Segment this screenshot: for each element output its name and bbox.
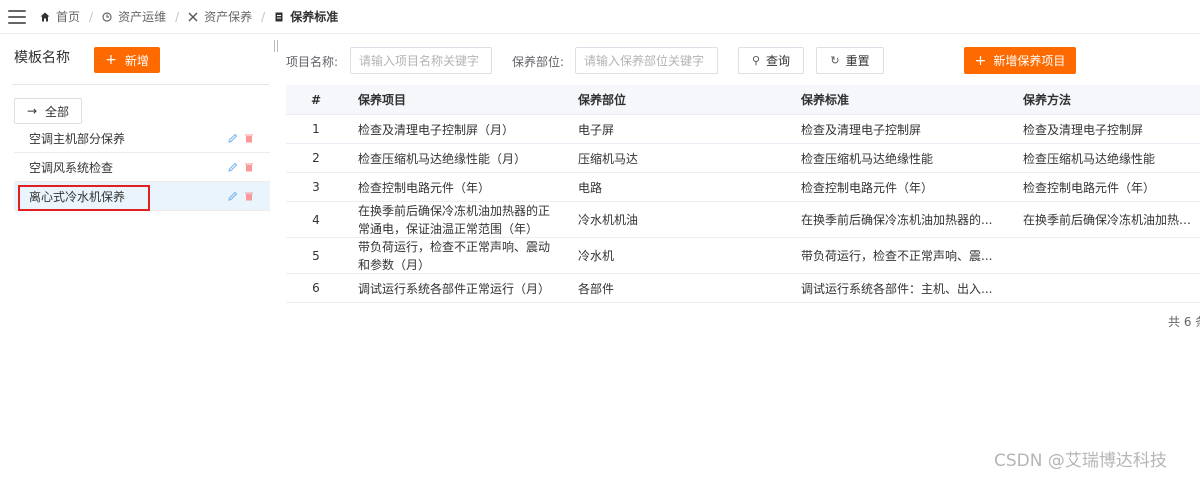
template-item-selected[interactable]: 离心式冷水机保养 [14,182,270,211]
panel-splitter[interactable] [274,40,278,52]
table-row[interactable]: 2 检查压缩机马达绝缘性能（月） 压缩机马达 检查压缩机马达绝缘性能 检查压缩机… [286,144,1200,173]
row-item: 检查及清理电子控制屏（月） [358,122,515,137]
pagination-total: 共 6 条 [1168,315,1200,329]
row-item: 检查控制电路元件（年） [358,180,491,195]
row-part: 冷水机 [578,249,615,263]
table-header: # 保养项目 保养部位 保养标准 保养方法 [286,85,1200,115]
add-maintenance-item-button[interactable]: + 新增保养项目 [964,47,1076,74]
delete-icon[interactable] [244,162,254,172]
row-standard: 检查压缩机马达绝缘性能 [801,151,934,166]
row-index: 3 [312,180,320,194]
edit-icon[interactable] [228,133,238,143]
delete-icon[interactable] [244,133,254,143]
column-header-index: # [310,92,322,107]
row-part: 电子屏 [578,122,615,137]
project-name-label: 项目名称: [286,55,339,69]
table-row[interactable]: 1 检查及清理电子控制屏（月） 电子屏 检查及清理电子控制屏 检查及清理电子控制… [286,115,1200,144]
add-template-label: 新增 [124,53,149,68]
table-row[interactable]: 5 带负荷运行，检查不正常声响、震动和参数（月） 冷水机 带负荷运行，检查不正常… [286,238,1200,274]
column-header-standard: 保养标准 [801,93,850,107]
row-part: 电路 [578,180,603,195]
row-standard: 在换季前后确保冷冻机油加热器的... [801,213,993,227]
reset-button[interactable]: ↻ 重置 [816,47,884,74]
edit-icon[interactable] [228,191,238,201]
row-standard: 带负荷运行，检查不正常声响、震... [801,249,993,263]
all-templates-button[interactable]: → 全部 [14,98,82,124]
row-index: 2 [312,151,320,165]
maintenance-part-input[interactable] [575,47,718,74]
menu-toggle-icon[interactable] [8,9,26,24]
breadcrumb-label: 保养标准 [290,10,339,24]
row-part: 冷水机机油 [578,213,639,227]
row-part: 压缩机马达 [578,151,639,166]
row-standard: 检查及清理电子控制屏 [801,122,922,137]
breadcrumb-current: 保养标准 [274,8,338,25]
row-index: 5 [312,248,320,263]
tools-icon [188,12,198,21]
maintenance-part-label: 保养部位: [512,55,565,69]
row-part: 各部件 [578,281,615,296]
watermark: CSDN @艾瑞博达科技 [994,451,1167,471]
row-method: 在换季前后确保冷冻机油加热器的... [1023,213,1200,227]
row-item: 在换季前后确保冷冻机油加热器的正常通电，保证油温正常范围（年） [358,203,551,236]
row-standard: 检查控制电路元件（年） [801,180,934,195]
breadcrumb: 首页 / 资产运维 / 资产保养 / 保养标准 [40,8,338,25]
project-name-input[interactable] [350,47,492,74]
row-method: 检查压缩机马达绝缘性能 [1023,151,1156,166]
template-item[interactable]: 空调风系统检查 [14,153,270,182]
plus-icon: + [105,52,117,68]
arrow-right-icon: → [26,104,38,118]
edit-icon[interactable] [228,162,238,172]
breadcrumb-asset-ops[interactable]: 资产运维 [102,8,166,25]
breadcrumb-separator: / [261,9,266,24]
add-maintenance-item-label: 新增保养项目 [993,54,1066,68]
row-index: 4 [312,212,320,227]
table-row[interactable]: 3 检查控制电路元件（年） 电路 检查控制电路元件（年） 检查控制电路元件（年） [286,173,1200,202]
breadcrumb-home[interactable]: 首页 [40,8,80,25]
delete-icon[interactable] [244,191,254,201]
row-item: 调试运行系统各部件正常运行（月） [358,281,551,296]
breadcrumb-label: 首页 [56,10,81,24]
search-label: 查询 [766,54,791,68]
add-template-button[interactable]: + 新增 [94,47,160,73]
row-method: 检查及清理电子控制屏 [1023,122,1144,137]
template-item-label: 空调主机部分保养 [29,131,126,146]
maintenance-table: # 保养项目 保养部位 保养标准 保养方法 1 检查及清理电子控制屏（月） 电子… [286,85,1200,303]
search-icon: ⚲ [751,54,761,67]
row-item: 检查压缩机马达绝缘性能（月） [358,151,527,166]
plus-icon: + [974,52,987,69]
search-button[interactable]: ⚲ 查询 [738,47,804,74]
row-standard: 调试运行系统各部件：主机、出入... [801,281,993,296]
template-sidebar: 模板名称 + 新增 → 全部 空调主机部分保养 空调风系统检查 离心式冷水机保养 [0,35,270,478]
row-item: 带负荷运行，检查不正常声响、震动和参数（月） [358,239,551,272]
row-index: 1 [312,122,320,136]
reset-label: 重置 [845,54,870,68]
column-header-method: 保养方法 [1023,93,1072,107]
column-header-item: 保养项目 [358,93,407,107]
sidebar-title: 模板名称 [14,50,70,66]
table-row[interactable]: 4 在换季前后确保冷冻机油加热器的正常通电，保证油温正常范围（年） 冷水机机油 … [286,202,1200,238]
clock-icon [102,11,112,22]
column-header-part: 保养部位 [578,93,627,107]
template-item[interactable]: 空调主机部分保养 [14,124,270,153]
row-index: 6 [312,281,320,295]
breadcrumb-separator: / [175,9,180,24]
home-icon [40,12,50,21]
breadcrumb-asset-maintenance[interactable]: 资产保养 [188,8,252,25]
all-templates-label: 全部 [45,104,70,119]
document-icon [275,12,283,21]
top-bar: 首页 / 资产运维 / 资产保养 / 保养标准 [0,0,1200,34]
breadcrumb-label: 资产保养 [204,10,253,24]
row-method: 检查控制电路元件（年） [1023,180,1156,195]
template-list: 空调主机部分保养 空调风系统检查 离心式冷水机保养 [14,124,270,211]
template-item-label: 离心式冷水机保养 [29,189,126,204]
sidebar-divider [12,84,269,85]
template-item-label: 空调风系统检查 [29,160,114,175]
refresh-icon: ↻ [830,54,840,67]
table-row[interactable]: 6 调试运行系统各部件正常运行（月） 各部件 调试运行系统各部件：主机、出入..… [286,274,1200,303]
breadcrumb-separator: / [89,9,94,24]
breadcrumb-label: 资产运维 [118,10,167,24]
